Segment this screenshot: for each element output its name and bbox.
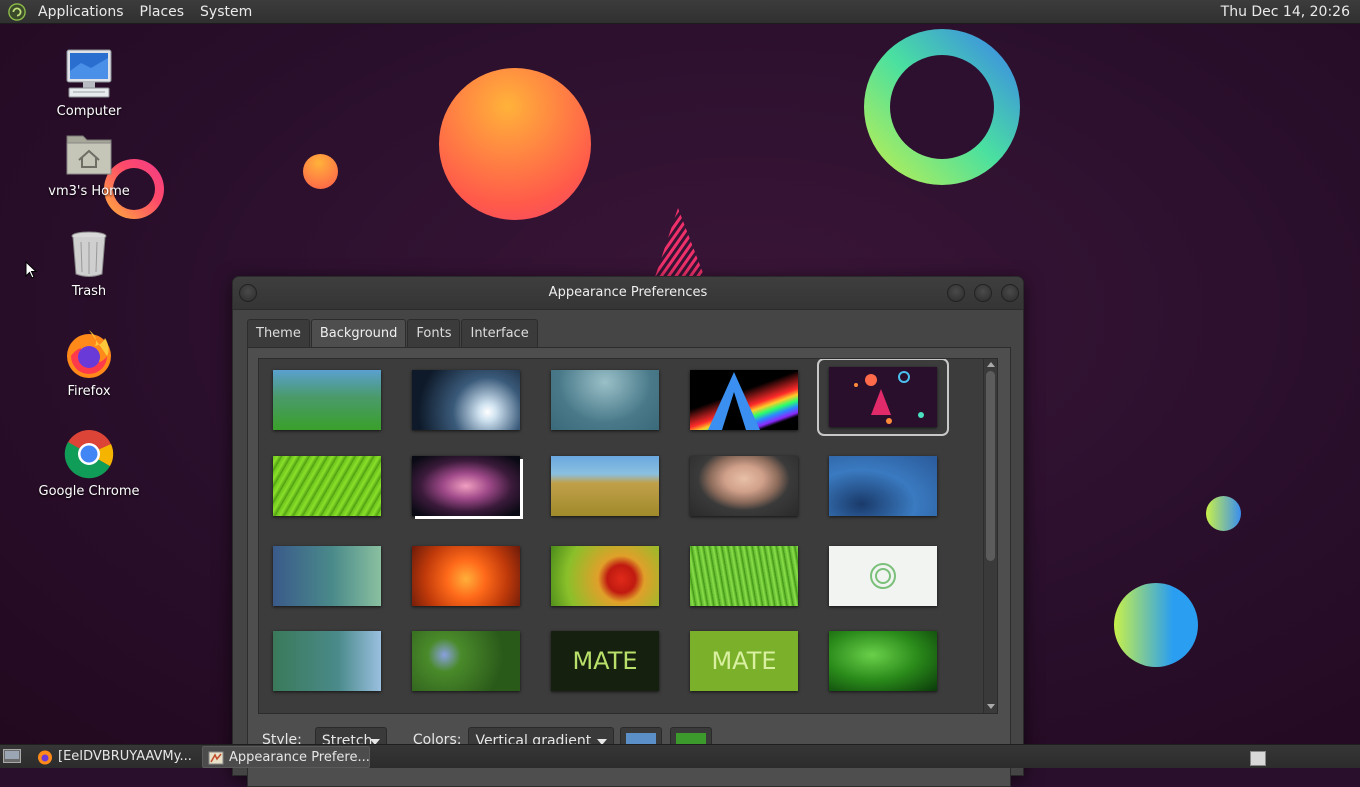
maximize-button[interactable]	[974, 284, 992, 302]
wallpaper-circle-orange-large	[439, 68, 591, 220]
trash-icon	[71, 231, 107, 277]
taskbar-button-label: [EeIDVBRUYAAVMy...	[58, 749, 192, 764]
wallpaper-thumb[interactable]	[678, 361, 810, 439]
wallpaper-triangle	[652, 208, 708, 286]
wallpaper-thumb[interactable]	[400, 622, 532, 700]
wallpaper-thumb[interactable]	[539, 537, 671, 615]
show-desktop-icon[interactable]	[3, 749, 21, 763]
wallpaper-thumb[interactable]	[539, 447, 671, 525]
desktop-icon-label: Trash	[71, 284, 107, 299]
desktop-icon-label: Firefox	[67, 384, 111, 399]
mouse-cursor-icon	[25, 261, 37, 279]
menu-applications[interactable]: Applications	[30, 0, 132, 24]
wallpaper-gallery[interactable]: MATE MATE	[258, 358, 998, 714]
appearance-icon	[208, 751, 224, 765]
desktop-icon-chrome[interactable]: Google Chrome	[34, 426, 144, 499]
wallpaper-circle-blue-small	[1206, 496, 1241, 531]
menu-places[interactable]: Places	[132, 0, 193, 24]
desktop-icon-trash[interactable]: Trash	[34, 226, 144, 299]
taskbar-button-label: Appearance Prefere...	[229, 750, 370, 765]
home-folder-icon	[66, 135, 112, 175]
wallpaper-ring-large	[864, 29, 1020, 185]
chrome-icon	[64, 430, 114, 479]
mate-logo-icon[interactable]	[8, 2, 26, 21]
preferences-notebook: Theme Background Fonts Interface MATE MA…	[247, 319, 1011, 787]
wallpaper-thumb[interactable]: MATE	[539, 622, 671, 700]
appearance-preferences-window: Appearance Preferences Theme Background …	[232, 276, 1024, 787]
wallpaper-thumb[interactable]	[400, 537, 532, 615]
workspace-switcher[interactable]	[1250, 751, 1266, 766]
tab-bar: Theme Background Fonts Interface	[247, 319, 1011, 348]
clock[interactable]: Thu Dec 14, 20:26	[1221, 0, 1350, 24]
wallpaper-thumb[interactable]	[678, 537, 810, 615]
scroll-up-arrow-icon[interactable]	[987, 362, 995, 367]
minimize-button[interactable]	[947, 284, 965, 302]
firefox-icon	[67, 330, 111, 378]
wallpaper-thumb[interactable]	[817, 622, 949, 700]
top-panel: Applications Places System Thu Dec 14, 2…	[0, 0, 1360, 24]
desktop-icon-label: vm3's Home	[48, 184, 130, 199]
taskbar-button-appearance[interactable]: Appearance Prefere...	[202, 746, 370, 768]
wallpaper-thumb[interactable]	[261, 361, 393, 439]
tab-fonts[interactable]: Fonts	[407, 319, 461, 347]
close-button[interactable]	[1001, 284, 1019, 302]
wallpaper-thumb[interactable]	[261, 622, 393, 700]
tab-interface[interactable]: Interface	[461, 319, 538, 347]
wallpaper-thumb[interactable]	[261, 537, 393, 615]
tab-background[interactable]: Background	[310, 319, 407, 348]
mate-logo-text: MATE	[572, 647, 638, 675]
desktop-icon-home[interactable]: vm3's Home	[34, 126, 144, 199]
window-titlebar[interactable]: Appearance Preferences	[233, 277, 1023, 310]
desktop-icon-label: Google Chrome	[38, 484, 140, 499]
wallpaper-thumb[interactable]	[539, 361, 671, 439]
scrollbar-thumb[interactable]	[986, 371, 995, 561]
menu-system[interactable]: System	[192, 0, 260, 24]
firefox-icon	[38, 750, 52, 765]
desktop-icon-label: Computer	[56, 104, 122, 119]
wallpaper-thumb[interactable]	[261, 447, 393, 525]
wallpaper-thumb[interactable]	[400, 447, 532, 525]
wallpaper-thumb[interactable]	[817, 447, 949, 525]
wallpaper-thumb[interactable]	[817, 537, 949, 615]
wallpaper-thumb[interactable]: MATE	[678, 622, 810, 700]
gallery-scrollbar[interactable]	[983, 359, 997, 713]
taskbar-button-firefox[interactable]: [EeIDVBRUYAAVMy...	[32, 746, 198, 768]
wallpaper-thumb[interactable]	[678, 447, 810, 525]
background-tab-panel: MATE MATE Style: Stretch Colors: Vertica…	[247, 347, 1011, 787]
tab-theme[interactable]: Theme	[247, 319, 310, 347]
mate-logo-text: MATE	[711, 647, 777, 675]
desktop-icon-computer[interactable]: Computer	[34, 46, 144, 119]
window-title: Appearance Preferences	[548, 285, 708, 300]
wallpaper-thumb[interactable]	[400, 361, 532, 439]
bottom-panel: [EeIDVBRUYAAVMy... Appearance Prefere...	[0, 744, 1360, 768]
desktop-icon-firefox[interactable]: Firefox	[34, 326, 144, 399]
scroll-down-arrow-icon[interactable]	[987, 704, 995, 709]
wallpaper-circle-blue-large	[1114, 583, 1198, 667]
computer-icon	[66, 49, 112, 98]
wallpaper-thumb-selected[interactable]	[817, 359, 949, 436]
wallpaper-circle-orange-small	[303, 154, 338, 189]
